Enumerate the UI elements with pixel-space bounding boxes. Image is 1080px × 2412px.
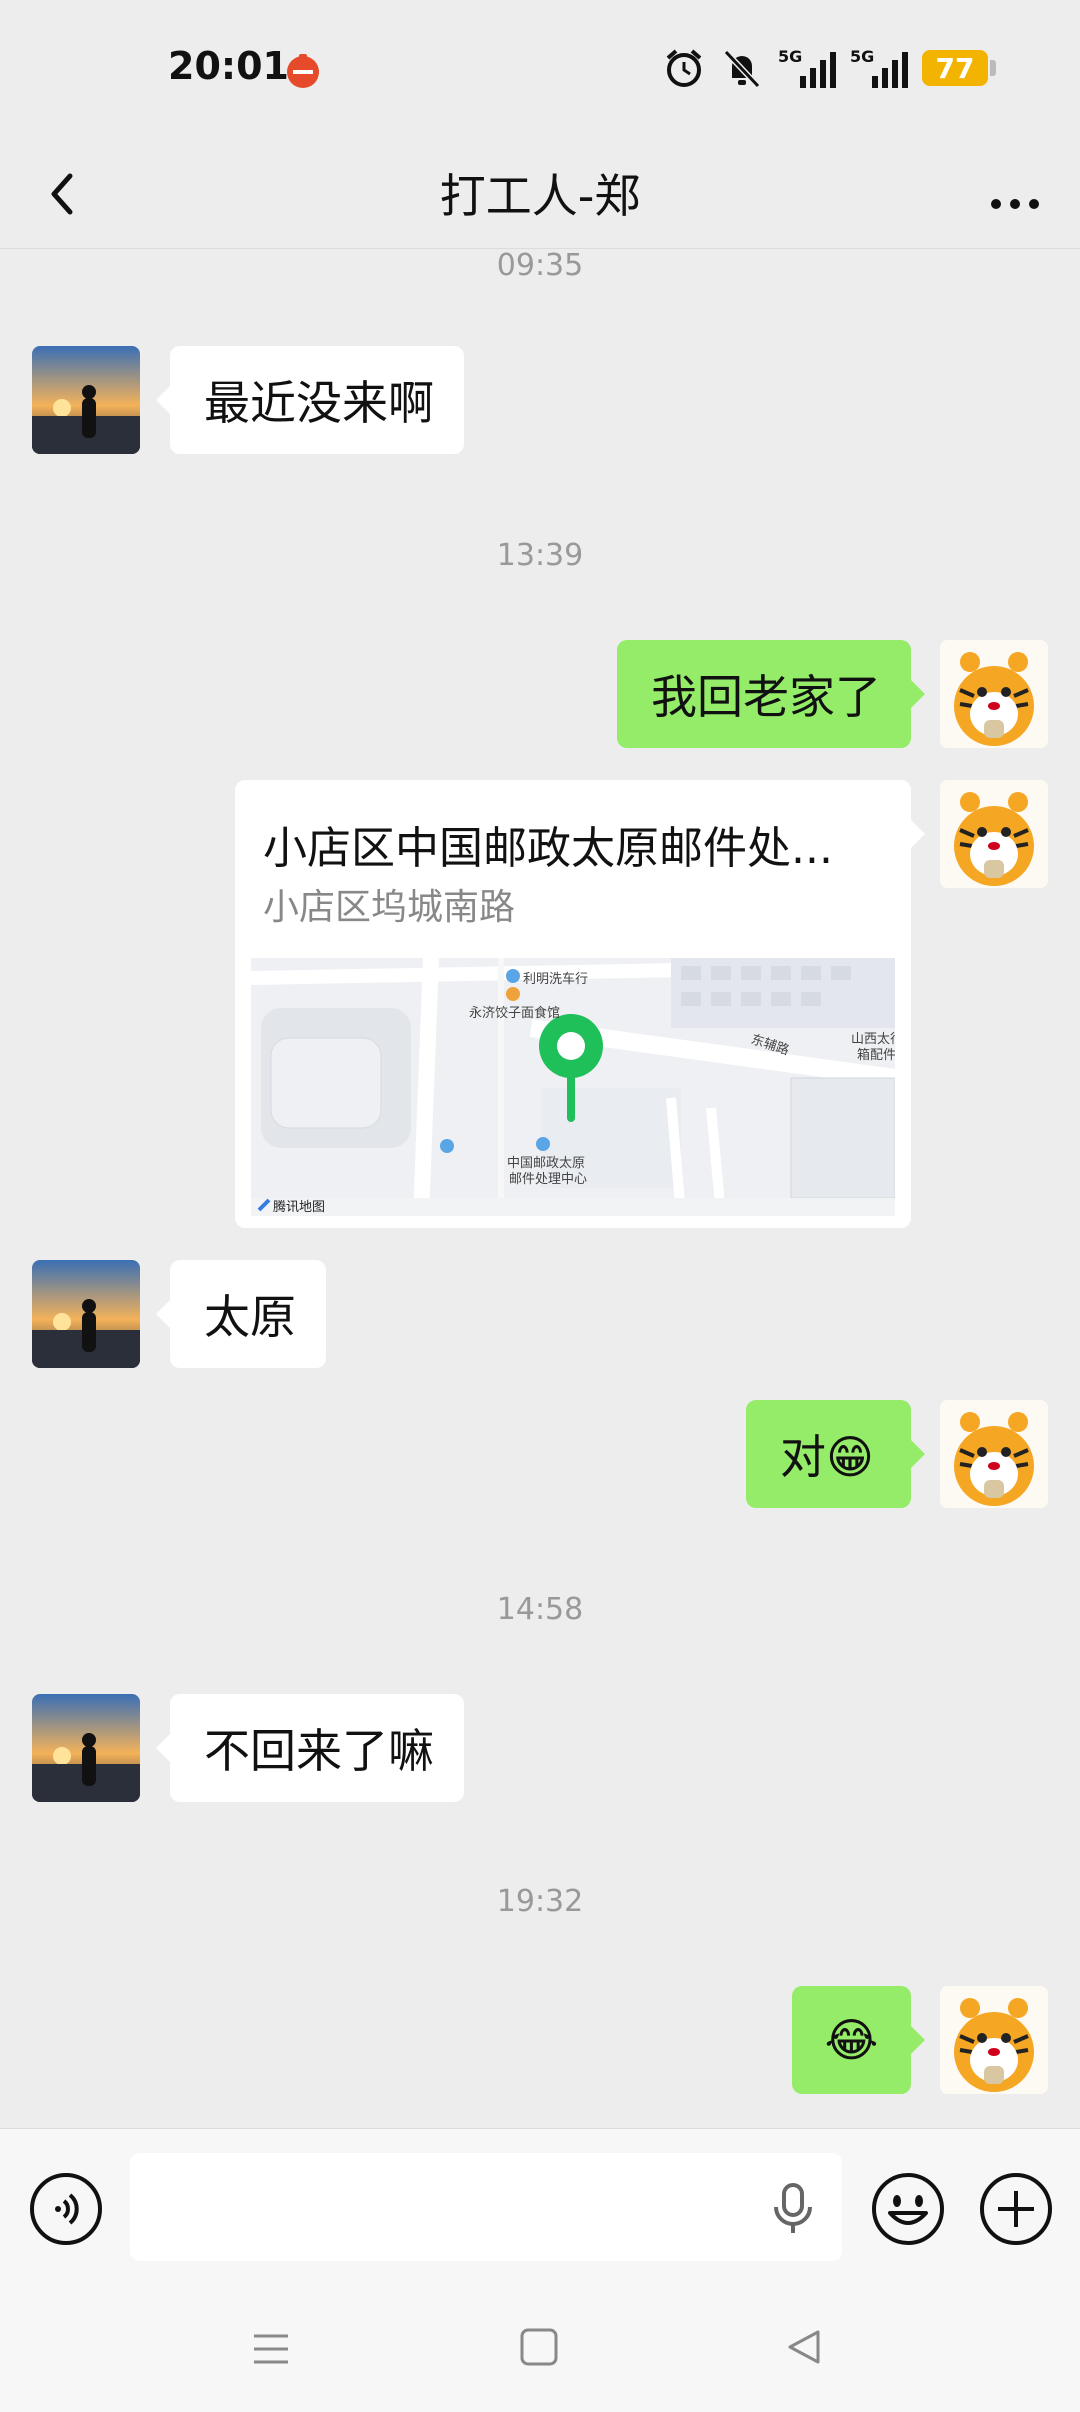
message-text: 😂 [824,2013,879,2067]
sunset-photo-icon [32,1260,140,1368]
outgoing-message-bubble[interactable]: 我回老家了 [617,640,925,748]
incoming-message-bubble[interactable]: 最近没来啊 [156,346,464,454]
status-icons: 5G 5G 77 [662,42,996,94]
system-navigation-bar [0,2288,1080,2412]
mute-bell-icon [723,49,761,89]
incoming-message-bubble[interactable]: 不回来了嘛 [156,1694,464,1802]
my-avatar[interactable] [940,1986,1048,2094]
voice-icon[interactable] [28,2171,104,2247]
message-timestamp: 09:35 [496,248,584,283]
message-text: 不回来了嘛 [204,1724,434,1778]
message-text: 最近没来啊 [204,376,434,430]
location-message-card[interactable]: 小店区中国邮政太原邮件处... 小店区坞城南路 利明洗车行 永济饺子面食馆 东辅… [235,780,925,1228]
message-timestamp: 19:32 [496,1884,584,1919]
home-icon[interactable] [518,2326,560,2368]
message-text: 太原 [204,1290,296,1344]
tiger-avatar-icon [940,640,1048,748]
map-label: 邮件处理中心 [509,1172,588,1187]
map-label: 永济饺子面食馆 [469,1006,561,1021]
battery-icon: 77 [922,50,996,86]
tiger-avatar-icon [940,780,1048,888]
message-timestamp: 13:39 [496,538,584,573]
microphone-icon[interactable] [770,2181,816,2237]
map-provider-label: 腾讯地图 [273,1200,326,1215]
contact-avatar[interactable] [32,346,140,454]
message-text: 对😁 [780,1430,874,1484]
battery-level: 77 [935,51,975,85]
tiger-avatar-icon [940,1986,1048,2094]
menu-icon[interactable] [250,2328,292,2370]
sunset-photo-icon [32,1694,140,1802]
chat-header: 打工人-郑 [0,140,1080,249]
map-label: 箱配件 [857,1048,895,1063]
chat-title: 打工人-郑 [439,169,641,223]
more-dots-icon[interactable] [980,160,1050,224]
emoji-icon[interactable] [870,2171,946,2247]
status-time: 20:01 [168,44,289,88]
tiger-avatar-icon [940,1400,1048,1508]
signal-5g-icon: 5G [850,47,908,88]
map-label: 利明洗车行 [523,972,589,987]
my-avatar[interactable] [940,640,1048,748]
plus-icon[interactable] [978,2171,1054,2247]
back-triangle-icon[interactable] [784,2326,826,2368]
sunset-photo-icon [32,346,140,454]
location-title: 小店区中国邮政太原邮件处... [263,823,833,874]
my-avatar[interactable] [940,1400,1048,1508]
signal-5g-icon: 5G [778,47,836,88]
message-list[interactable]: 09:35 最近没来啊 13:39 我回老家了 小店区中国邮政太原邮件处... … [0,248,1080,2128]
status-bar: 20:01 5G 5G 77 [0,0,1080,140]
app-notification-icon [287,54,319,88]
alarm-icon [666,49,702,87]
my-avatar[interactable] [940,780,1048,888]
contact-avatar[interactable] [32,1694,140,1802]
message-timestamp: 14:58 [496,1592,584,1627]
message-input[interactable] [130,2153,842,2261]
outgoing-message-bubble[interactable]: 😂 [792,1986,925,2094]
message-text: 我回老家了 [651,670,881,724]
svg-text:5G: 5G [778,47,802,66]
location-address: 小店区坞城南路 [263,887,516,928]
location-map-preview[interactable]: 利明洗车行 永济饺子面食馆 东辅路 山西太行 箱配件 中国邮政太原 邮件处理中心… [251,958,895,1216]
incoming-message-bubble[interactable]: 太原 [156,1260,326,1368]
chat-input-bar [0,2128,1080,2289]
contact-avatar[interactable] [32,1260,140,1368]
svg-text:5G: 5G [850,47,874,66]
outgoing-message-bubble[interactable]: 对😁 [746,1400,925,1508]
